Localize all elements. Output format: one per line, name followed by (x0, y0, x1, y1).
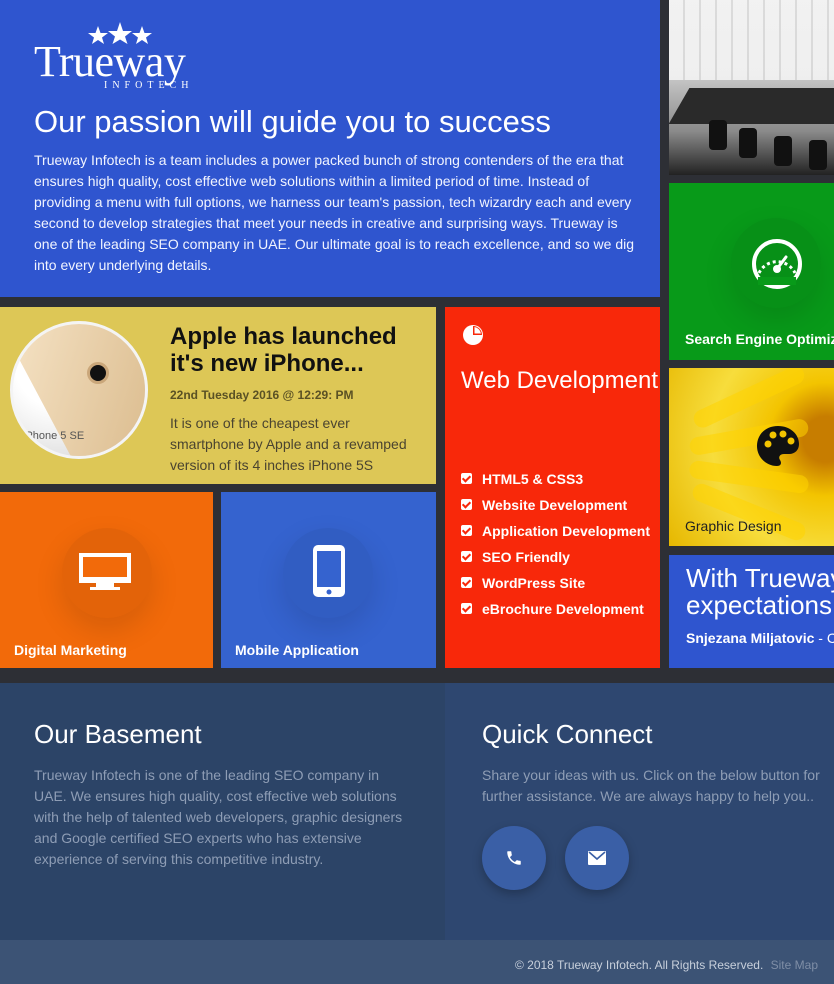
monitor-icon (79, 553, 131, 590)
speedometer-icon (752, 239, 802, 289)
smartphone-icon (313, 545, 345, 597)
web-development-tile[interactable]: Web Development HTML5 & CSS3 Website Dev… (445, 307, 660, 668)
iphone-image: iPhone 5 SE (10, 321, 148, 459)
logo-tagline: INFOTECH (104, 80, 194, 91)
list-item: eBrochure Development (461, 599, 651, 620)
basement-text: Trueway Infotech is one of the leading S… (34, 767, 403, 867)
testimonial-author: Snjezana Miljatovic - C (686, 630, 834, 646)
checkbox-icon (461, 473, 472, 484)
hero-title: Our passion will guide you to success (34, 104, 551, 139)
mail-icon (588, 851, 606, 865)
conference-room-image (669, 0, 834, 175)
testimonial-tile[interactable]: With Trueway expectations Snjezana Milja… (669, 555, 834, 668)
testimonial-title: With Trueway expectations (686, 563, 834, 620)
pie-chart-icon (463, 325, 483, 345)
palette-icon (757, 426, 799, 466)
digital-marketing-tile[interactable]: Digital Marketing (0, 492, 213, 668)
list-item: Website Development (461, 495, 651, 516)
seo-label: Search Engine Optimization (685, 331, 834, 347)
graphic-design-tile[interactable]: Graphic Design (669, 368, 834, 546)
list-item: SEO Friendly (461, 547, 651, 568)
checkbox-icon (461, 577, 472, 588)
news-title[interactable]: Apple has launched it's new iPhone... (170, 323, 436, 377)
call-button[interactable] (482, 826, 546, 890)
list-item: HTML5 & CSS3 (461, 469, 651, 490)
basement-title: Our Basement (34, 719, 202, 749)
web-development-list: HTML5 & CSS3 Website Development Applica… (461, 469, 651, 625)
graphic-design-label: Graphic Design (685, 518, 782, 534)
hero-text: Trueway Infotech is a team includes a po… (34, 152, 635, 273)
quick-connect-title: Quick Connect (482, 719, 653, 749)
iphone-image-label: iPhone 5 SE (23, 430, 85, 442)
seo-tile[interactable]: Search Engine Optimization (669, 183, 834, 360)
checkbox-icon (461, 525, 472, 536)
sitemap-link[interactable]: Site Map (771, 958, 818, 972)
quick-connect-text: Share your ideas with us. Click on the b… (482, 767, 820, 804)
our-basement-section: Our Basement Trueway Infotech is one of … (0, 683, 445, 940)
news-tile[interactable]: iPhone 5 SE Apple has launched it's new … (0, 307, 436, 484)
trueway-logo[interactable]: Trueway INFOTECH (34, 22, 204, 92)
digital-marketing-label: Digital Marketing (14, 642, 127, 658)
list-item: Application Development (461, 521, 651, 542)
quick-connect-section: Quick Connect Share your ideas with us. … (445, 683, 834, 940)
hero-section: Trueway INFOTECH Our passion will guide … (0, 0, 660, 297)
logo-wordmark: Trueway (34, 37, 186, 86)
mobile-application-label: Mobile Application (235, 642, 359, 658)
checkbox-icon (461, 603, 472, 614)
copyright: © 2018 Trueway Infotech. All Rights Rese… (514, 958, 818, 972)
news-date: 22nd Tuesday 2016 @ 12:29: PM (170, 388, 354, 402)
checkbox-icon (461, 551, 472, 562)
mobile-application-tile[interactable]: Mobile Application (221, 492, 436, 668)
web-development-title: Web Development (461, 367, 658, 394)
email-button[interactable] (565, 826, 629, 890)
footer-bar: © 2018 Trueway Infotech. All Rights Rese… (0, 940, 834, 984)
phone-icon (507, 851, 521, 865)
list-item: WordPress Site (461, 573, 651, 594)
news-text: It is one of the cheapest ever smartphon… (170, 415, 407, 473)
checkbox-icon (461, 499, 472, 510)
